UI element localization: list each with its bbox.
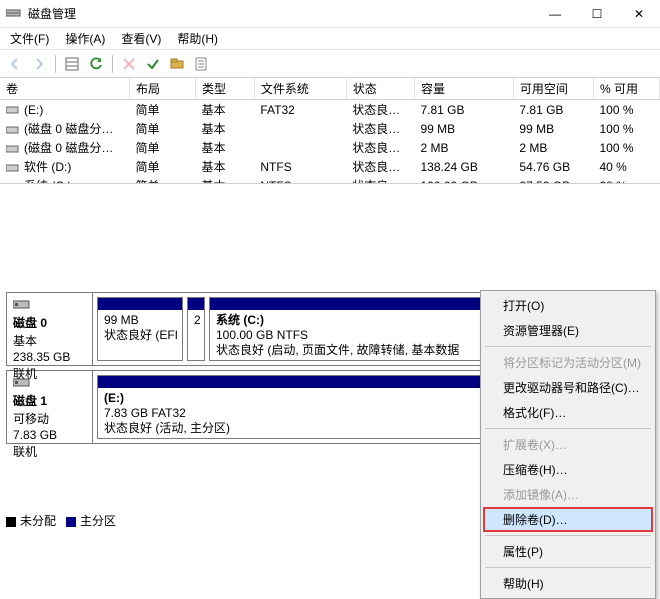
legend-swatch-primary [66, 517, 76, 527]
table-row[interactable]: 系统 (C:) 简单基本NTFS状态良好 (…100.00 GB27.52 GB… [0, 176, 660, 184]
refresh-icon[interactable] [85, 53, 107, 75]
toolbar [0, 50, 660, 78]
view-list-icon[interactable] [61, 53, 83, 75]
ctx-delete-volume[interactable]: 删除卷(D)… [483, 507, 653, 532]
volume-icon [6, 163, 20, 173]
cancel-icon[interactable] [118, 53, 140, 75]
disk-icon [13, 375, 31, 389]
disk-label[interactable]: 磁盘 1 可移动 7.83 GB 联机 [7, 371, 93, 443]
col-layout[interactable]: 布局 [130, 78, 196, 100]
table-row[interactable]: (E:) 简单基本FAT32状态良好 (…7.81 GB7.81 GB100 % [0, 100, 660, 120]
col-percent[interactable]: % 可用 [593, 78, 659, 100]
ctx-change-letter[interactable]: 更改驱动器号和路径(C)… [483, 375, 653, 400]
window-title: 磁盘管理 [28, 5, 534, 22]
volume-icon [6, 144, 20, 154]
volume-table: 卷 布局 类型 文件系统 状态 容量 可用空间 % 可用 (E:) 简单基本FA… [0, 78, 660, 184]
col-filesystem[interactable]: 文件系统 [254, 78, 346, 100]
volume-icon [6, 105, 20, 115]
ctx-help[interactable]: 帮助(H) [483, 571, 653, 596]
ctx-explorer[interactable]: 资源管理器(E) [483, 318, 653, 343]
properties-icon[interactable] [190, 53, 212, 75]
maximize-button[interactable]: ☐ [576, 0, 618, 27]
volume-icon [6, 125, 20, 135]
table-row[interactable]: 软件 (D:) 简单基本NTFS状态良好 (…138.24 GB54.76 GB… [0, 157, 660, 176]
context-menu: 打开(O) 资源管理器(E) 将分区标记为活动分区(M) 更改驱动器号和路径(C… [480, 290, 656, 599]
apply-icon[interactable] [142, 53, 164, 75]
forward-icon[interactable] [28, 53, 50, 75]
ctx-format[interactable]: 格式化(F)… [483, 400, 653, 425]
menu-action[interactable]: 操作(A) [57, 28, 113, 49]
col-status[interactable]: 状态 [346, 78, 414, 100]
menu-help[interactable]: 帮助(H) [169, 28, 226, 49]
legend: 未分配 主分区 [6, 512, 116, 529]
menu-bar: 文件(F) 操作(A) 查看(V) 帮助(H) [0, 28, 660, 50]
menu-view[interactable]: 查看(V) [113, 28, 169, 49]
close-button[interactable]: ✕ [618, 0, 660, 27]
title-bar: 磁盘管理 — ☐ ✕ [0, 0, 660, 28]
col-type[interactable]: 类型 [195, 78, 254, 100]
col-volume[interactable]: 卷 [0, 78, 130, 100]
minimize-button[interactable]: — [534, 0, 576, 27]
partition-small[interactable]: 2 [187, 297, 205, 361]
app-icon [6, 7, 22, 21]
menu-file[interactable]: 文件(F) [2, 28, 57, 49]
table-row[interactable]: (磁盘 0 磁盘分区 1) 简单基本状态良好 (…99 MB99 MB100 % [0, 119, 660, 138]
disk-icon [13, 297, 31, 311]
col-free[interactable]: 可用空间 [513, 78, 593, 100]
table-header: 卷 布局 类型 文件系统 状态 容量 可用空间 % 可用 [0, 78, 660, 100]
ctx-mark-active[interactable]: 将分区标记为活动分区(M) [483, 350, 653, 375]
partition-efi[interactable]: 99 MB状态良好 (EFI 系 [97, 297, 183, 361]
table-row[interactable]: (磁盘 0 磁盘分区 3) 简单基本状态良好 (…2 MB2 MB100 % [0, 138, 660, 157]
ctx-extend[interactable]: 扩展卷(X)… [483, 432, 653, 457]
legend-swatch-unallocated [6, 517, 16, 527]
back-icon[interactable] [4, 53, 26, 75]
col-capacity[interactable]: 容量 [414, 78, 513, 100]
ctx-add-mirror[interactable]: 添加镜像(A)… [483, 482, 653, 507]
ctx-shrink[interactable]: 压缩卷(H)… [483, 457, 653, 482]
ctx-open[interactable]: 打开(O) [483, 293, 653, 318]
ctx-properties[interactable]: 属性(P) [483, 539, 653, 564]
scan-icon[interactable] [166, 53, 188, 75]
disk-label[interactable]: 磁盘 0 基本 238.35 GB 联机 [7, 293, 93, 365]
